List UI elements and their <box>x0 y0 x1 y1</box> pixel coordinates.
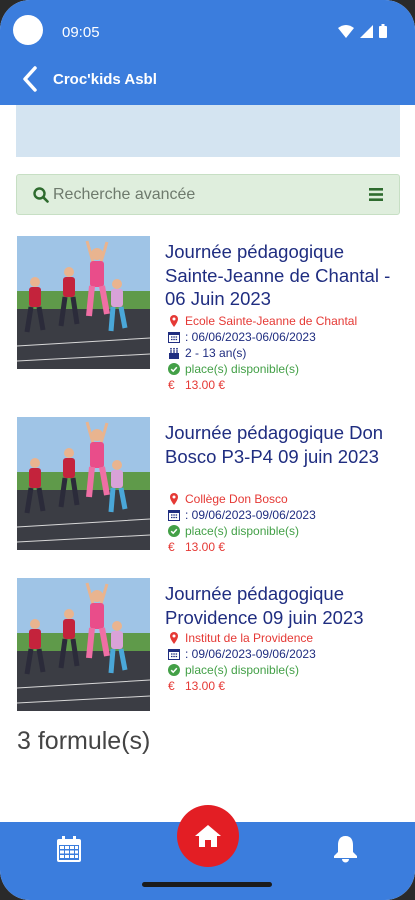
home-icon <box>195 825 221 847</box>
status-time: 09:05 <box>62 24 100 41</box>
availability-line: place(s) disponible(s) <box>168 662 299 678</box>
app-header: 09:05 Croc'kids Asbl <box>0 0 415 105</box>
item-title: Journée pédagogique Don Bosco P3-P4 09 j… <box>165 422 384 467</box>
map-marker-icon <box>170 493 178 505</box>
price-line: € 13.00 € <box>168 678 225 694</box>
phone-screen: 09:05 Croc'kids Asbl Recherche avancée J… <box>0 0 415 900</box>
price-text: 13.00 € <box>185 679 226 693</box>
location-line: Collège Don Bosco <box>168 491 288 507</box>
availability-line: place(s) disponible(s) <box>168 523 299 539</box>
location-line: Institut de la Providence <box>168 630 313 646</box>
calendar-icon <box>168 332 180 343</box>
search-placeholder: Recherche avancée <box>53 186 196 203</box>
activity-thumbnail <box>17 578 150 711</box>
gesture-bar <box>142 882 272 887</box>
signal-icon <box>360 24 373 38</box>
list-item[interactable]: Journée pédagogique Sainte-Jeanne de Cha… <box>17 236 407 392</box>
status-icons <box>338 24 387 38</box>
dates-line: : 06/06/2023-06/06/2023 <box>168 329 316 345</box>
map-marker-icon <box>170 315 178 327</box>
battery-icon <box>379 24 387 38</box>
check-circle-icon <box>168 664 180 676</box>
location-text: Institut de la Providence <box>185 631 314 645</box>
location-text: Collège Don Bosco <box>185 492 288 506</box>
dates-line: : 09/06/2023-09/06/2023 <box>168 646 316 662</box>
bell-icon[interactable] <box>333 835 358 863</box>
price-text: 13.00 € <box>185 540 226 554</box>
availability-line: place(s) disponible(s) <box>168 361 299 377</box>
euro-icon: € <box>168 679 175 693</box>
page-title: Croc'kids Asbl <box>53 71 157 88</box>
availability-text: place(s) disponible(s) <box>185 663 300 677</box>
camera-cutout <box>13 15 43 45</box>
check-circle-icon <box>168 363 180 375</box>
result-count: 3 formule(s) <box>17 727 151 755</box>
dates-text: : 09/06/2023-09/06/2023 <box>185 647 316 661</box>
calendar-icon <box>168 649 180 660</box>
dates-text: : 06/06/2023-06/06/2023 <box>185 330 316 344</box>
info-banner <box>16 105 400 157</box>
availability-text: place(s) disponible(s) <box>185 524 300 538</box>
location-text: Ecole Sainte-Jeanne de Chantal <box>185 314 358 328</box>
search-icon <box>33 187 49 203</box>
back-button[interactable] <box>18 64 42 94</box>
hamburger-icon[interactable] <box>369 188 383 201</box>
dates-text: : 09/06/2023-09/06/2023 <box>185 508 316 522</box>
activity-thumbnail <box>17 417 150 550</box>
list-item[interactable]: Journée pédagogique Don Bosco P3-P4 09 j… <box>17 417 407 554</box>
age-text: 2 - 13 an(s) <box>185 346 247 360</box>
activity-thumbnail <box>17 236 150 369</box>
advanced-search-bar[interactable]: Recherche avancée <box>16 174 400 215</box>
calendar-icon <box>168 510 180 521</box>
home-button[interactable] <box>177 805 239 867</box>
price-line: € 13.00 € <box>168 377 225 393</box>
calendar-icon[interactable] <box>56 836 82 863</box>
location-line: Ecole Sainte-Jeanne de Chantal <box>168 313 357 329</box>
availability-text: place(s) disponible(s) <box>185 362 300 376</box>
item-title: Journée pédagogique Sainte-Jeanne de Cha… <box>165 241 391 309</box>
wifi-icon <box>338 24 354 38</box>
item-title: Journée pédagogique Providence 09 juin 2… <box>165 583 364 628</box>
chevron-left-icon <box>23 66 37 92</box>
euro-icon: € <box>168 378 175 392</box>
check-circle-icon <box>168 525 180 537</box>
price-text: 13.00 € <box>185 378 226 392</box>
age-line: 2 - 13 an(s) <box>168 345 246 361</box>
birthday-cake-icon <box>169 347 179 359</box>
euro-icon: € <box>168 540 175 554</box>
list-item[interactable]: Journée pédagogique Providence 09 juin 2… <box>17 578 407 712</box>
map-marker-icon <box>170 632 178 644</box>
price-line: € 13.00 € <box>168 539 225 555</box>
dates-line: : 09/06/2023-09/06/2023 <box>168 507 316 523</box>
